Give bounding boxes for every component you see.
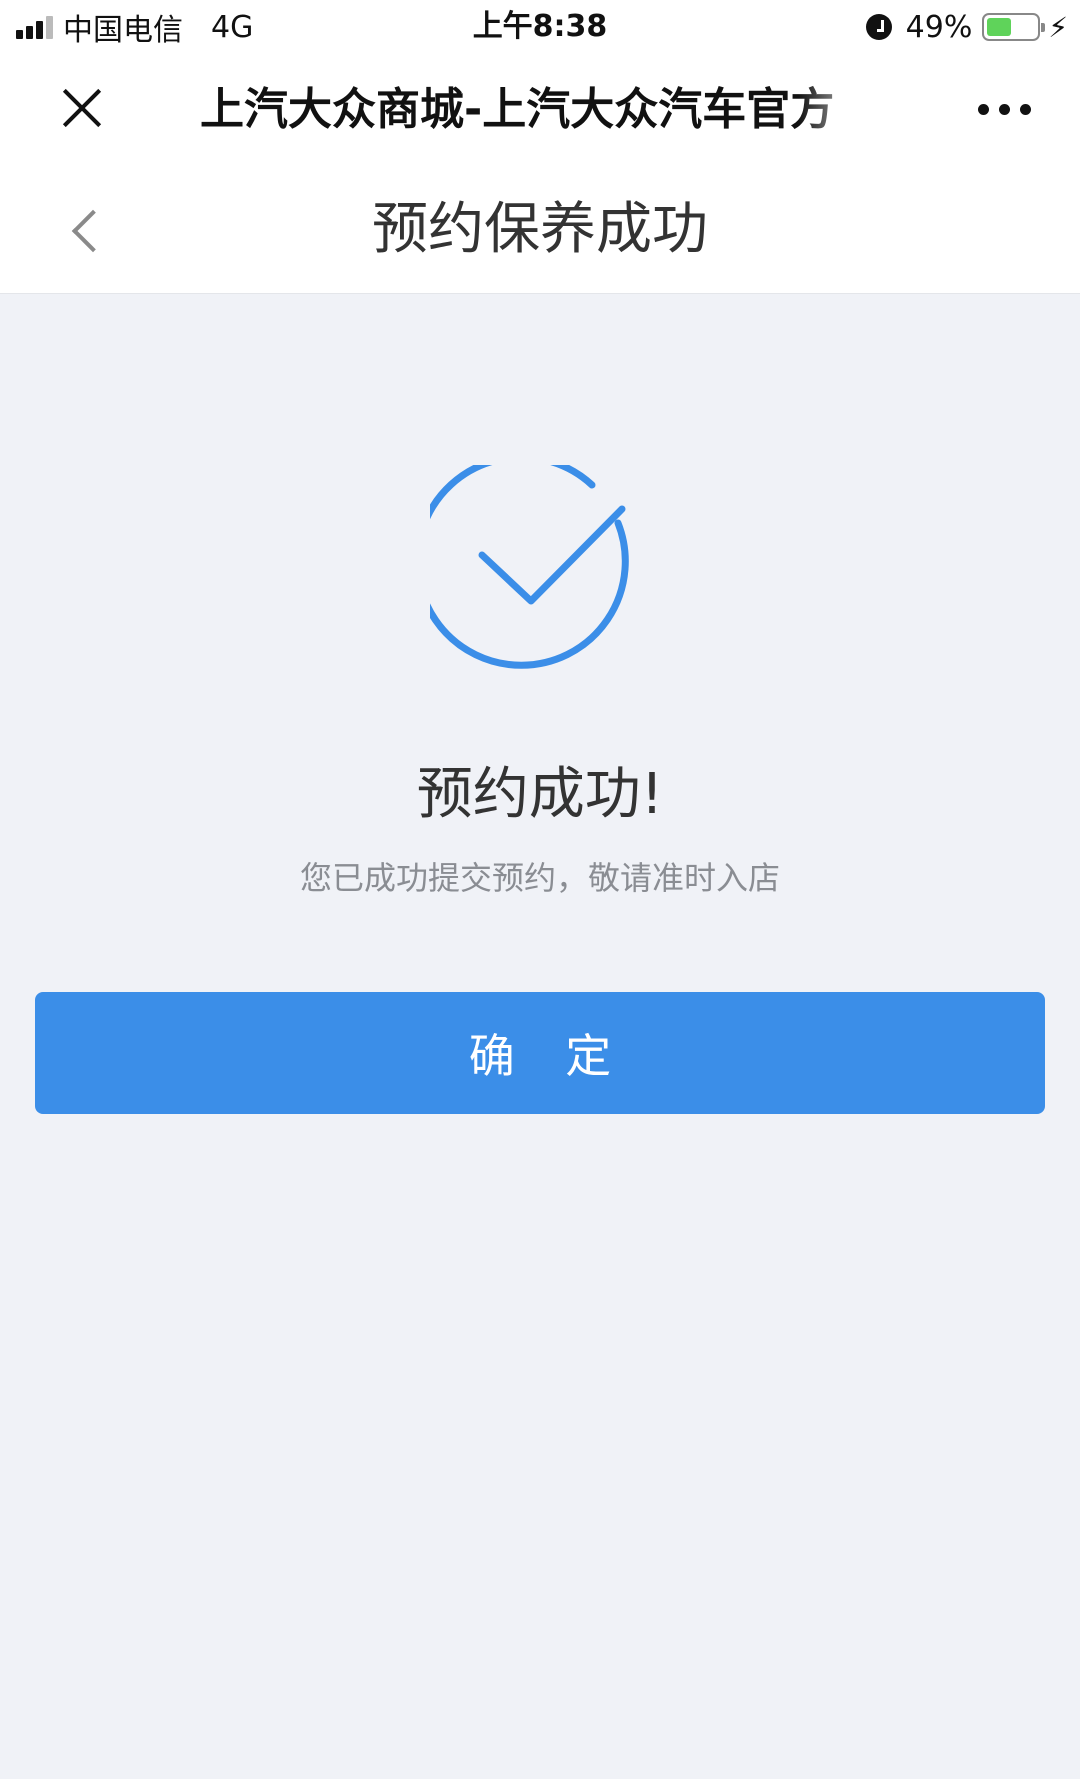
result-content: 预约成功! 您已成功提交预约，敬请准时入店 确 定 [0,295,1080,1779]
battery-percent: 49% [905,9,973,45]
wechat-nav-bar: 上汽大众商城-上汽大众汽车官方 [0,54,1080,166]
battery-icon [982,13,1046,41]
page-header: 预约保养成功 [0,166,1080,294]
confirm-button[interactable]: 确 定 [35,992,1045,1114]
battery-level-fill [987,18,1011,36]
alarm-icon [865,14,892,40]
success-title: 预约成功! [416,762,664,827]
page-title: 预约保养成功 [372,197,708,262]
charging-icon: ⚡ [1048,10,1068,44]
success-description: 您已成功提交预约，敬请准时入店 [299,859,780,897]
status-bar: 中国电信 4G 上午8:38 49% ⚡ [0,0,1080,54]
webview-title: 上汽大众商城-上汽大众汽车官方 [200,84,835,135]
status-right: 49% ⚡ [865,8,1068,46]
close-icon[interactable] [60,86,104,130]
more-icon[interactable] [968,94,1040,124]
success-check-icon [430,465,629,669]
